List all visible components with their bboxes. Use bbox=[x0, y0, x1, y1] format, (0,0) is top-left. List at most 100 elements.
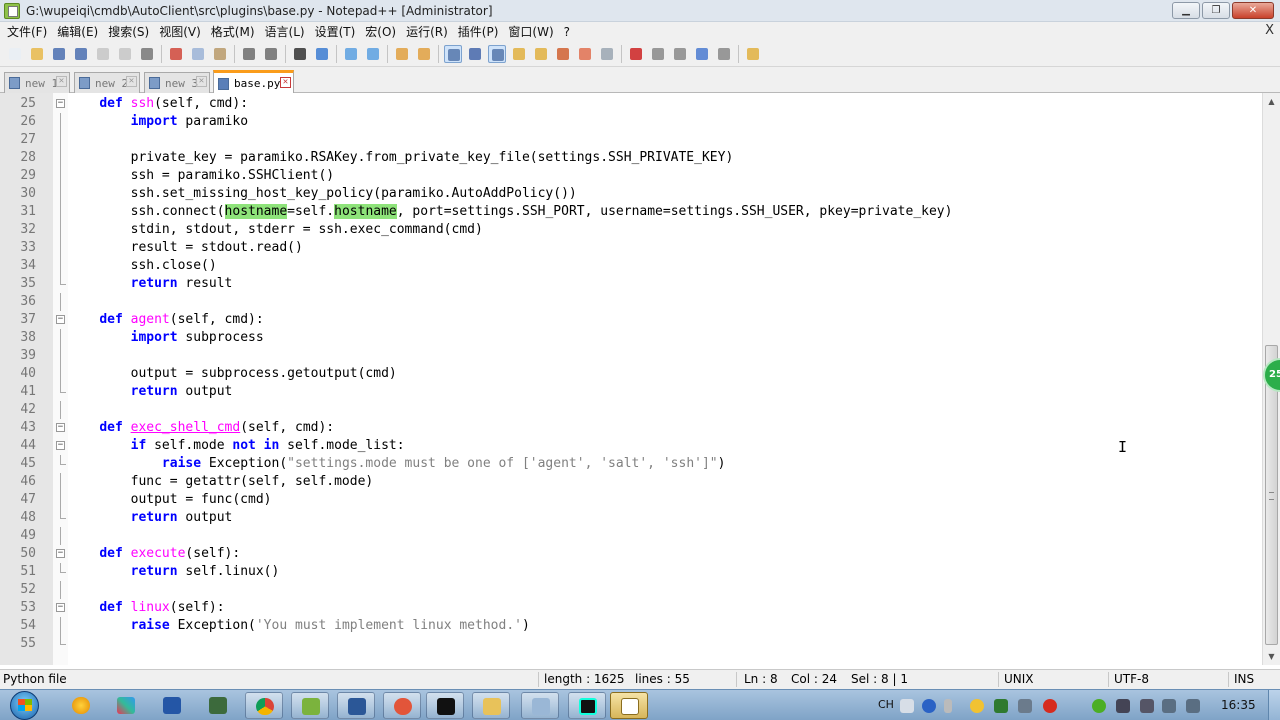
tab-close-icon[interactable]: ✕ bbox=[126, 76, 137, 87]
maximize-button[interactable]: ❐ bbox=[1202, 2, 1230, 19]
new-file-icon[interactable] bbox=[6, 45, 24, 63]
tab-close-icon[interactable]: ✕ bbox=[280, 77, 291, 88]
show-desktop-button[interactable] bbox=[1268, 690, 1280, 720]
plugin-icon[interactable] bbox=[744, 45, 762, 63]
function-list-icon[interactable] bbox=[554, 45, 572, 63]
code-line[interactable]: 44 − if self.mode not in self.mode_list: bbox=[0, 437, 1262, 455]
indent-guide-icon[interactable] bbox=[488, 44, 506, 63]
taskbar-clock[interactable]: 16:35 bbox=[1221, 698, 1256, 712]
code-line[interactable]: 55 bbox=[0, 635, 1262, 653]
tray-usb-icon[interactable] bbox=[1140, 699, 1154, 713]
network-icon[interactable] bbox=[1162, 699, 1176, 713]
doc-map-icon[interactable] bbox=[532, 45, 550, 63]
tray-app-icon[interactable] bbox=[970, 699, 984, 713]
taskbar-app-pycharm[interactable] bbox=[568, 692, 606, 719]
code-line[interactable]: 27 bbox=[0, 131, 1262, 149]
menu-window[interactable]: 窗口(W) bbox=[503, 23, 558, 40]
run-macro-multiple-icon[interactable] bbox=[693, 45, 711, 63]
code-line[interactable]: 36 bbox=[0, 293, 1262, 311]
code-line[interactable]: 52 bbox=[0, 581, 1262, 599]
tray-device-icon[interactable] bbox=[1116, 699, 1130, 713]
code-line[interactable]: 42 bbox=[0, 401, 1262, 419]
scroll-down-arrow-icon[interactable]: ▼ bbox=[1263, 648, 1280, 665]
code-line[interactable]: 25 − def ssh(self, cmd): bbox=[0, 95, 1262, 113]
taskbar-app-notepad[interactable] bbox=[291, 692, 329, 719]
scroll-up-arrow-icon[interactable]: ▲ bbox=[1263, 93, 1280, 110]
monitor-icon[interactable] bbox=[598, 45, 616, 63]
paste-icon[interactable] bbox=[211, 45, 229, 63]
code-editor[interactable]: 25− def ssh(self, cmd): 26 import paramik… bbox=[0, 93, 1262, 665]
start-button[interactable] bbox=[8, 690, 42, 720]
code-line[interactable]: 28 private_key = paramiko.RSAKey.from_pr… bbox=[0, 149, 1262, 167]
menu-view[interactable]: 视图(V) bbox=[154, 23, 206, 40]
minimize-button[interactable]: ▁ bbox=[1172, 2, 1200, 19]
tab-close-icon[interactable]: ✕ bbox=[56, 76, 67, 87]
menu-plugins[interactable]: 插件(P) bbox=[453, 23, 504, 40]
sync-horizontal-icon[interactable] bbox=[415, 45, 433, 63]
code-line[interactable]: 48 return output bbox=[0, 509, 1262, 527]
code-line[interactable]: 37 − def agent(self, cmd): bbox=[0, 311, 1262, 329]
taskbar-app-puzzle[interactable] bbox=[521, 692, 559, 719]
taskbar-app-pinwheel[interactable] bbox=[107, 692, 145, 719]
stop-macro-icon[interactable] bbox=[649, 45, 667, 63]
fold-toggle-icon[interactable]: − bbox=[56, 423, 65, 432]
taskbar-app-fish[interactable] bbox=[383, 692, 421, 719]
taskbar-app-tools[interactable] bbox=[199, 692, 237, 719]
tab-new-2[interactable]: new 2 ✕ bbox=[74, 72, 140, 93]
menu-format[interactable]: 格式(M) bbox=[206, 23, 260, 40]
print-icon[interactable] bbox=[138, 45, 156, 63]
zoom-out-icon[interactable] bbox=[364, 45, 382, 63]
close-window-button[interactable]: ✕ bbox=[1232, 2, 1274, 19]
code-line[interactable]: 30 ssh.set_missing_host_key_policy(param… bbox=[0, 185, 1262, 203]
cut-icon[interactable] bbox=[167, 45, 185, 63]
code-line[interactable]: 45 raise Exception("settings.mode must b… bbox=[0, 455, 1262, 473]
zoom-in-icon[interactable] bbox=[342, 45, 360, 63]
taskbar-app-save-disk[interactable] bbox=[153, 692, 191, 719]
menu-run[interactable]: 运行(R) bbox=[401, 23, 453, 40]
taskbar-app-explorer[interactable] bbox=[472, 692, 510, 719]
tray-add-icon[interactable] bbox=[1092, 699, 1106, 713]
save-all-icon[interactable] bbox=[72, 45, 90, 63]
taskbar-app-picture[interactable] bbox=[610, 692, 648, 719]
save-macro-icon[interactable] bbox=[715, 45, 733, 63]
folder-workspace-icon[interactable] bbox=[576, 45, 594, 63]
tray-pin-icon[interactable] bbox=[1018, 699, 1032, 713]
code-line[interactable]: 53 − def linux(self): bbox=[0, 599, 1262, 617]
fold-toggle-icon[interactable]: − bbox=[56, 603, 65, 612]
redo-icon[interactable] bbox=[262, 45, 280, 63]
save-icon[interactable] bbox=[50, 45, 68, 63]
code-line[interactable]: 54 raise Exception('You must implement l… bbox=[0, 617, 1262, 635]
word-wrap-icon[interactable] bbox=[444, 44, 462, 63]
code-line[interactable]: 41 return output bbox=[0, 383, 1262, 401]
tray-record-icon[interactable] bbox=[1043, 699, 1057, 713]
notepadpp-app-icon[interactable] bbox=[4, 2, 20, 19]
taskbar-app-cmd[interactable] bbox=[426, 692, 464, 719]
user-language-icon[interactable] bbox=[510, 45, 528, 63]
code-line[interactable]: 35 return result bbox=[0, 275, 1262, 293]
code-line[interactable]: 34 ssh.close() bbox=[0, 257, 1262, 275]
replace-icon[interactable] bbox=[313, 45, 331, 63]
taskbar-app-word[interactable] bbox=[337, 692, 375, 719]
code-line[interactable]: 46 func = getattr(self, self.mode) bbox=[0, 473, 1262, 491]
copy-icon[interactable] bbox=[189, 45, 207, 63]
code-line[interactable]: 33 result = stdout.read() bbox=[0, 239, 1262, 257]
close-all-icon[interactable] bbox=[116, 45, 134, 63]
tray-language-indicator[interactable]: CH bbox=[878, 698, 894, 711]
fold-toggle-icon[interactable]: − bbox=[56, 315, 65, 324]
menu-macro[interactable]: 宏(O) bbox=[360, 23, 401, 40]
menu-language[interactable]: 语言(L) bbox=[260, 23, 310, 40]
code-line[interactable]: 47 output = func(cmd) bbox=[0, 491, 1262, 509]
code-line[interactable]: 29 ssh = paramiko.SSHClient() bbox=[0, 167, 1262, 185]
code-line[interactable]: 43 − def exec_shell_cmd(self, cmd): bbox=[0, 419, 1262, 437]
sync-vertical-icon[interactable] bbox=[393, 45, 411, 63]
code-line[interactable]: 50 − def execute(self): bbox=[0, 545, 1262, 563]
menu-edit[interactable]: 编辑(E) bbox=[52, 23, 103, 40]
record-macro-icon[interactable] bbox=[627, 45, 645, 63]
undo-icon[interactable] bbox=[240, 45, 258, 63]
open-file-icon[interactable] bbox=[28, 45, 46, 63]
help-icon[interactable] bbox=[922, 699, 936, 713]
fold-toggle-icon[interactable]: − bbox=[56, 549, 65, 558]
close-icon[interactable] bbox=[94, 45, 112, 63]
menu-help[interactable]: ? bbox=[559, 25, 575, 39]
fold-toggle-icon[interactable]: − bbox=[56, 99, 65, 108]
